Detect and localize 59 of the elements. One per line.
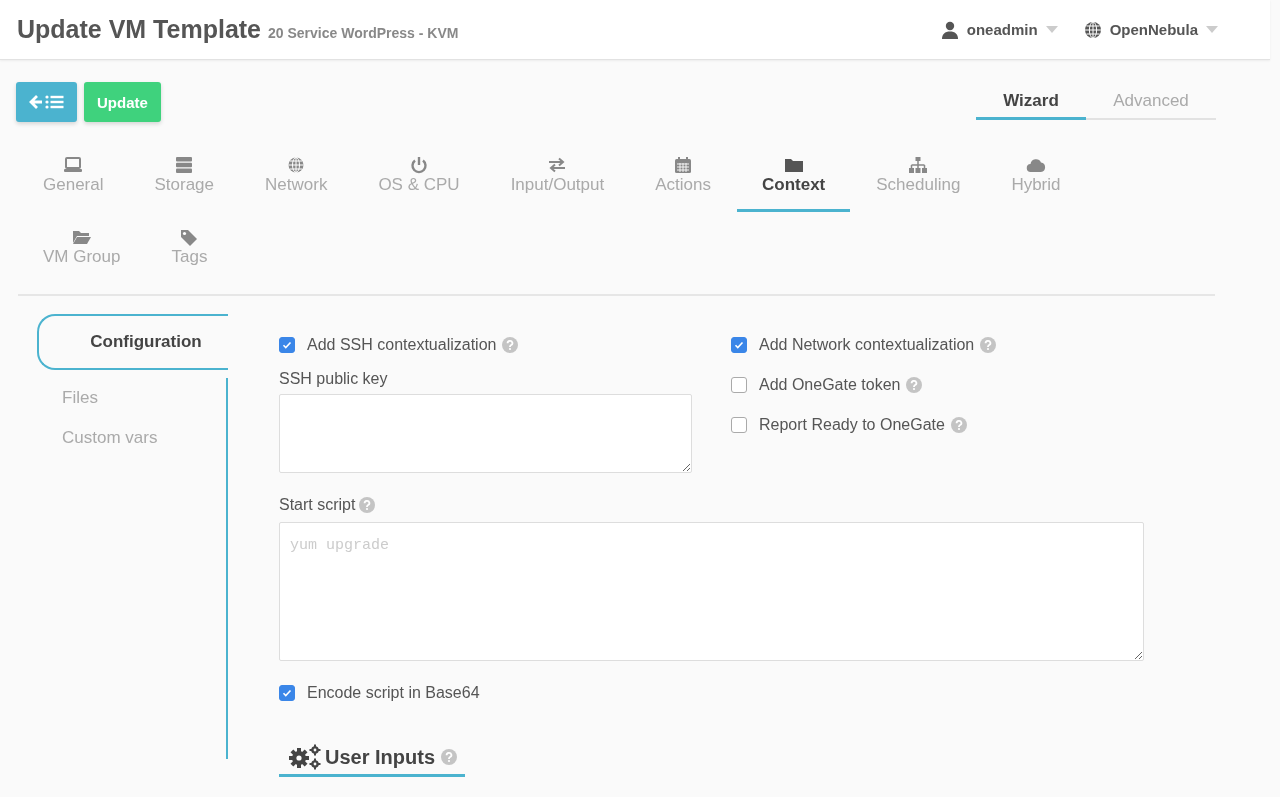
side-nav-item[interactable]: Configuration [37,314,228,370]
globe-icon [286,156,307,174]
folder-icon [783,156,804,174]
power-icon [409,156,429,174]
section-tab[interactable]: VM Group [18,222,146,284]
page-subtitle: 20 Service WordPress - KVM [268,25,459,41]
checkbox-label: Add SSH contextualization [307,336,497,354]
ssh-key-field[interactable] [279,394,692,473]
gears-icon [287,744,323,770]
checkbox-label: Add Network contextualization [759,336,975,354]
sitemap-icon [908,156,929,174]
section-tab[interactable]: Network [240,150,353,212]
caret-icon[interactable] [1045,26,1058,33]
help-icon[interactable] [906,377,923,393]
cloud-icon [1025,156,1046,174]
field-label: Start script [279,496,356,514]
checkbox[interactable] [731,377,747,393]
help-icon[interactable] [950,417,967,433]
section-tab[interactable]: Scheduling [851,150,986,212]
checkbox[interactable] [731,337,747,353]
help-icon[interactable] [980,337,997,353]
back-to-list-icon [27,94,66,110]
help-icon[interactable] [441,749,458,765]
update-button[interactable]: Update [84,82,161,122]
section-tab[interactable]: General [18,150,129,212]
section-tab[interactable]: Actions [630,150,736,212]
laptop-icon [63,156,84,174]
side-nav-item[interactable]: Files [37,378,228,418]
user-icon [940,20,959,39]
calendar-icon [673,156,694,174]
zone-menu[interactable]: OpenNebula [1109,21,1198,38]
globe-icon [1083,20,1102,39]
page-title: Update VM Template [17,15,262,44]
folder-open-icon [71,228,92,246]
section-tab[interactable]: Context [736,150,851,212]
checkbox-label: Encode script in Base64 [307,684,480,702]
checkbox-label: Add OneGate token [759,376,901,394]
back-to-list-button[interactable] [16,82,77,122]
checkbox-label: Report Ready to OneGate [759,416,945,434]
side-nav-item[interactable]: Custom vars [37,418,228,458]
help-icon[interactable] [502,337,519,353]
view-tab[interactable]: Wizard [976,82,1086,120]
section-tab[interactable]: Input/Output [485,150,630,212]
checkbox[interactable] [279,685,295,701]
checkbox[interactable] [279,337,295,353]
caret-icon[interactable] [1206,26,1218,33]
section-title: User Inputs [325,745,436,769]
checkbox[interactable] [731,417,747,433]
tag-icon [179,228,200,246]
storage-icon [174,156,195,174]
section-tab[interactable]: OS & CPU [353,150,485,212]
section-tab[interactable]: Storage [129,150,240,212]
user-menu[interactable]: oneadmin [966,21,1038,38]
section-tab[interactable]: Tags [146,222,233,284]
section-tab[interactable]: Hybrid [986,150,1086,212]
help-icon[interactable] [359,497,376,513]
field-label: SSH public key [279,370,389,388]
view-tab[interactable]: Advanced [1086,82,1216,120]
arrows-icon [547,156,568,174]
